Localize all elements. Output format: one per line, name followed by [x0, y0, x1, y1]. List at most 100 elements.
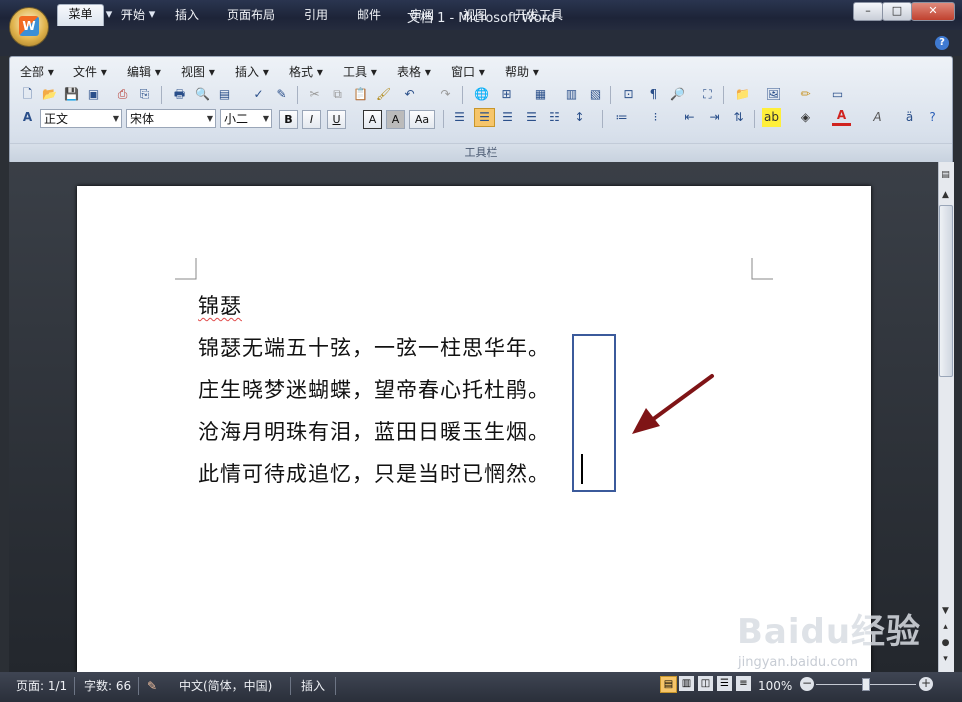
menu-insert[interactable]: 插入 ▾ — [235, 64, 269, 80]
scroll-down-icon[interactable]: ▼ — [939, 606, 952, 618]
tab-home[interactable]: 开始 — [112, 6, 154, 26]
open-icon[interactable]: 📂 — [40, 85, 59, 104]
style-select[interactable]: 正文 ▼ — [40, 109, 122, 128]
menu-edit[interactable]: 编辑 ▾ — [127, 64, 161, 80]
insert-picture-icon[interactable]: 🖼 — [764, 85, 783, 104]
research-icon[interactable]: ✎ — [272, 85, 291, 104]
edit-icon[interactable]: ✏ — [796, 85, 815, 104]
change-case-button[interactable]: Aa — [409, 110, 435, 129]
decrease-indent-icon[interactable]: ⇤ — [680, 108, 699, 127]
scrollbar-thumb[interactable] — [939, 205, 953, 377]
menu-window[interactable]: 窗口 ▾ — [451, 64, 485, 80]
maximize-button[interactable]: □ — [882, 2, 912, 21]
phonetic-guide-icon[interactable]: ä — [900, 108, 919, 127]
tab-menu[interactable]: 菜单 — [57, 4, 104, 26]
styles-pane-icon[interactable]: A — [18, 108, 37, 127]
ruler-toggle-icon[interactable]: ▤ — [939, 170, 952, 185]
hyperlink-icon[interactable]: 🌐 — [472, 85, 491, 104]
view-dropdown-icon[interactable]: ▤ — [215, 85, 234, 104]
full-screen-reading-icon[interactable]: ▥ — [679, 676, 694, 691]
redo-icon[interactable]: ↷ — [436, 85, 455, 104]
scroll-up-icon[interactable]: ▲ — [939, 190, 952, 202]
menu-table[interactable]: 表格 ▾ — [397, 64, 431, 80]
numbering-icon[interactable]: ≔ — [612, 108, 631, 127]
spelling-icon[interactable]: ✓ — [249, 85, 268, 104]
tab-view[interactable]: 视图 — [454, 6, 496, 26]
print-preview-icon[interactable]: ⎘ — [135, 85, 154, 104]
print-layout-view-icon[interactable]: ▤ — [660, 676, 677, 693]
table-borders-icon[interactable]: ⊞ — [497, 85, 516, 104]
format-painter-icon[interactable]: 🖌 — [374, 85, 393, 104]
zoom-out-icon[interactable]: − — [800, 677, 814, 691]
help-circle-icon[interactable]: ? — [923, 108, 942, 127]
document-map-icon[interactable]: ⊡ — [619, 85, 638, 104]
tab-references[interactable]: 引用 — [295, 6, 337, 26]
print-icon[interactable]: 🖶 — [170, 85, 189, 104]
align-center-icon[interactable]: ☰ — [474, 108, 495, 127]
insert-mode-indicator[interactable]: 插入 — [301, 677, 325, 695]
shading-color-icon[interactable]: ◈ — [796, 108, 815, 127]
text-effects-icon[interactable]: A — [868, 108, 887, 127]
show-hide-icon[interactable]: ¶ — [644, 85, 663, 104]
close-button[interactable]: ✕ — [911, 2, 955, 21]
align-left-icon[interactable]: ☰ — [450, 108, 469, 127]
italic-button[interactable]: I — [302, 110, 321, 129]
previous-page-icon[interactable]: ▴ — [939, 622, 952, 634]
draft-view-icon[interactable]: ≡ — [736, 676, 751, 691]
undo-icon[interactable]: ↶ — [400, 85, 419, 104]
tab-review[interactable]: 审阅 — [401, 6, 443, 26]
save-icon[interactable]: 💾 — [62, 85, 81, 104]
menu-view[interactable]: 视图 ▾ — [181, 64, 215, 80]
pdf-icon[interactable]: ⎙ — [113, 85, 132, 104]
justify-icon[interactable]: ☰ — [522, 108, 541, 127]
distributed-icon[interactable]: ☷ — [545, 108, 564, 127]
language-indicator[interactable]: 中文(简体，中国) — [179, 677, 272, 695]
copy-icon[interactable]: ⧉ — [328, 85, 347, 104]
font-select[interactable]: 宋体 ▼ — [126, 109, 216, 128]
tab-mailings[interactable]: 邮件 — [348, 6, 390, 26]
zoom-preview-icon[interactable]: 🔍 — [193, 85, 212, 104]
zoom-slider-thumb[interactable] — [862, 678, 870, 691]
bullets-icon[interactable]: ⁝ — [646, 108, 665, 127]
tab-developer[interactable]: 开发工具 — [508, 6, 570, 26]
insert-table-icon[interactable]: ▦ — [531, 85, 550, 104]
font-color-icon[interactable]: A — [832, 108, 851, 126]
menu-tools[interactable]: 工具 ▾ — [343, 64, 377, 80]
select-browse-object-icon[interactable]: ● — [939, 638, 952, 650]
zoom-in-icon[interactable]: + — [919, 677, 933, 691]
paste-icon[interactable]: 📋 — [351, 85, 370, 104]
proofing-icon[interactable]: ✎ — [147, 677, 157, 695]
office-button[interactable]: W — [9, 7, 49, 47]
font-size-select[interactable]: 小二 ▼ — [220, 109, 272, 128]
save-as-icon[interactable]: ▣ — [84, 85, 103, 104]
web-layout-icon[interactable]: ◫ — [698, 676, 713, 691]
zoom-level[interactable]: 100% — [758, 677, 792, 695]
menu-all[interactable]: 全部 ▾ — [20, 64, 54, 80]
character-shading-button[interactable]: A — [386, 110, 405, 129]
zoom-icon[interactable]: 🔎 — [668, 85, 687, 104]
menu-format[interactable]: 格式 ▾ — [289, 64, 323, 80]
increase-indent-icon[interactable]: ⇥ — [705, 108, 724, 127]
next-page-icon[interactable]: ▾ — [939, 654, 952, 666]
help-icon[interactable]: ? — [935, 36, 949, 50]
sort-icon[interactable]: ⇅ — [729, 108, 748, 127]
character-border-button[interactable]: A — [363, 110, 382, 129]
drawing-icon[interactable]: ▧ — [586, 85, 605, 104]
tab-insert[interactable]: 插入 — [166, 6, 208, 26]
menu-help[interactable]: 帮助 ▾ — [505, 64, 539, 80]
tab-page-layout[interactable]: 页面布局 — [220, 6, 282, 26]
underline-button[interactable]: U — [327, 110, 346, 129]
folder-icon[interactable]: 📁 — [733, 85, 752, 104]
highlight-icon[interactable]: ab — [762, 108, 781, 127]
options-icon[interactable]: ▭ — [828, 85, 847, 104]
menu-file[interactable]: 文件 ▾ — [73, 64, 107, 80]
full-screen-icon[interactable]: ⛶ — [698, 85, 717, 104]
new-document-icon[interactable]: 🗋 — [18, 85, 37, 104]
columns-icon[interactable]: ▥ — [562, 85, 581, 104]
word-count[interactable]: 字数: 66 — [84, 677, 131, 695]
page-indicator[interactable]: 页面: 1/1 — [16, 677, 67, 695]
align-right-icon[interactable]: ☰ — [498, 108, 517, 127]
cut-icon[interactable]: ✂ — [305, 85, 324, 104]
line-spacing-icon[interactable]: ↕ — [570, 108, 589, 127]
minimize-button[interactable]: – — [853, 2, 883, 21]
